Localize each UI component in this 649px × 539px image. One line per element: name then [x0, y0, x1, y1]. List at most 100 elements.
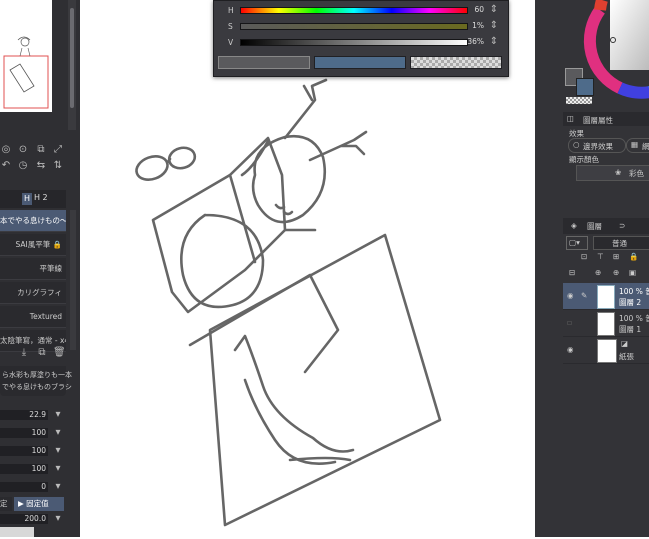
size-slider[interactable]: 22.9: [0, 410, 48, 420]
clip-icon[interactable]: ⊡: [581, 252, 587, 261]
layer-property-header: ◫ 圖層屬性: [563, 112, 649, 126]
layer-name: 圖層 1: [619, 325, 642, 334]
setting-value: 0: [41, 482, 46, 491]
hue-stepper-icon[interactable]: ⇕: [488, 4, 500, 16]
border-effect-toggle[interactable]: ○ 邊界效果: [568, 138, 626, 153]
brush-item[interactable]: 本でやる息けもの〜: [0, 210, 66, 232]
value-slider[interactable]: [240, 39, 468, 46]
new-layer-icon[interactable]: ⊕: [595, 268, 601, 277]
saturation-slider[interactable]: [240, 23, 468, 30]
brush-list-scrollbar[interactable]: [70, 210, 76, 350]
sub-color-swatch[interactable]: [314, 56, 406, 69]
new-vector-layer-icon[interactable]: ⊕: [613, 268, 619, 277]
record-icon[interactable]: ⊙: [17, 144, 29, 156]
transparent-color-box[interactable]: [566, 97, 592, 104]
fit-icon[interactable]: ⤢: [52, 144, 64, 156]
color-mode-button[interactable]: ❀ 彩色: [576, 165, 649, 181]
download-icon[interactable]: ⤓: [18, 347, 30, 359]
flip-vertical-icon[interactable]: ⇅: [52, 160, 64, 172]
tone-icon: ▦: [631, 140, 639, 149]
subtool-tab-bar: H H 2: [0, 190, 66, 208]
value-label: V: [228, 38, 234, 47]
navigator-thumbnail: [3, 36, 49, 109]
setting-dropdown-icon[interactable]: ▾: [52, 481, 64, 493]
tab-h2[interactable]: H 2: [34, 193, 48, 202]
fixed-value-button[interactable]: ▶ 固定值: [14, 497, 64, 511]
opacity-value: 100: [31, 428, 46, 437]
brush-item[interactable]: カリグラフィ: [0, 282, 66, 304]
color-mode-icon: ❀: [615, 168, 622, 177]
blend-mode-dropdown[interactable]: 普通: [593, 236, 649, 250]
drawing-canvas[interactable]: [80, 0, 535, 537]
flip-icon[interactable]: ⇆: [35, 160, 47, 172]
eye-icon[interactable]: ◉: [567, 291, 574, 300]
new-folder-icon[interactable]: ▣: [629, 268, 636, 277]
setting-dropdown-icon[interactable]: ▾: [52, 445, 64, 457]
opacity-slider[interactable]: 100: [0, 428, 48, 438]
grid-icon[interactable]: ⧉: [35, 144, 47, 156]
value-value: 36%: [467, 37, 484, 46]
setting-dropdown-icon[interactable]: ▾: [52, 513, 64, 525]
reference-icon[interactable]: ⊤: [597, 252, 604, 261]
layer-panel-header: ◈ 圖層 ⊃: [563, 218, 649, 234]
layer-search-icon[interactable]: ⊃: [619, 221, 625, 230]
lock-icon[interactable]: 🔒: [629, 252, 638, 261]
setting-value: 100: [31, 446, 46, 455]
current-color-swatch[interactable]: [218, 56, 310, 69]
lock-transparency-icon[interactable]: ⊞: [613, 252, 619, 261]
eye-hidden-icon[interactable]: ▫: [567, 318, 572, 327]
brush-description: ら水彩も厚塗りも一本 でやる息けものブラシ: [0, 366, 72, 396]
setting-value: 100: [31, 464, 46, 473]
setting-slider-6[interactable]: 200.0: [0, 514, 48, 524]
description-line: でやる息けものブラシ: [2, 383, 72, 391]
opacity-dropdown-icon[interactable]: ▾: [52, 427, 64, 439]
color-swatch-strip[interactable]: [0, 527, 34, 537]
setting-slider-3[interactable]: 100: [0, 446, 48, 456]
edit-pen-icon: ✎: [581, 291, 588, 300]
layer-type-dropdown[interactable]: ▢▾: [566, 236, 588, 250]
layer-mask-icon[interactable]: ⊟: [569, 268, 575, 277]
sub-color-box[interactable]: [576, 78, 594, 96]
brush-item[interactable]: Textured: [0, 306, 66, 328]
trash-icon[interactable]: 🗑: [53, 347, 66, 359]
tool-options-toolbar: ◎ ⊙ ⧉ ⤢ ↶ ◷ ⇆ ⇅: [0, 142, 66, 174]
tone-toggle[interactable]: ▦ 網: [626, 138, 649, 153]
eye-icon[interactable]: ◉: [567, 345, 574, 354]
tone-label: 網: [642, 142, 649, 151]
setting-dropdown-icon[interactable]: ▾: [52, 463, 64, 475]
layer-toolbar: ⊡ ⊤ ⊞ 🔒 ⊟ ⊕ ⊕ ▣: [565, 252, 649, 282]
layer-mode: 普: [645, 287, 649, 296]
layer-tab-label[interactable]: 圖層: [587, 221, 602, 232]
layer-row[interactable]: ◉ ◪ 紙張: [563, 337, 649, 364]
transparent-color-swatch[interactable]: [410, 56, 502, 69]
setting-slider-4[interactable]: 100: [0, 464, 48, 474]
setting-slider-5[interactable]: 0: [0, 482, 48, 492]
layer-opacity: 100 %: [619, 287, 643, 296]
brush-item[interactable]: SAI風平筆 🔒: [0, 234, 66, 256]
description-line: ら水彩も厚塗りも一本: [2, 371, 72, 379]
layer-mode: 普: [645, 314, 649, 323]
undo-icon[interactable]: ↶: [0, 160, 12, 172]
layer-row[interactable]: ▫ 100 % 普 圖層 1: [563, 310, 649, 337]
blend-mode-value: 普通: [612, 239, 627, 248]
hue-slider[interactable]: [240, 7, 468, 14]
copy-icon[interactable]: ⧉: [36, 347, 48, 359]
saturation-stepper-icon[interactable]: ⇕: [488, 20, 500, 32]
layer-property-title: 圖層屬性: [583, 116, 613, 125]
size-dropdown-icon[interactable]: ▾: [52, 409, 64, 421]
pin-icon[interactable]: H: [22, 193, 32, 205]
brush-item[interactable]: 平筆線: [0, 258, 66, 280]
sketch-drawing: [135, 78, 442, 527]
circle-icon[interactable]: ◎: [0, 144, 12, 156]
border-effect-label: 邊界效果: [583, 142, 613, 151]
navigator-scroll-thumb[interactable]: [70, 8, 74, 108]
navigator-preview[interactable]: [0, 0, 52, 112]
paper-icon: ◪: [621, 339, 629, 348]
clock-icon[interactable]: ◷: [17, 160, 29, 172]
color-mode-label: 彩色: [629, 169, 644, 178]
set-button[interactable]: 定: [0, 497, 12, 511]
setting-value: 200.0: [24, 514, 46, 523]
display-color-label: 顯示顏色: [569, 155, 599, 164]
layer-row[interactable]: ◉ ✎ 100 % 普 圖層 2: [563, 283, 649, 310]
value-stepper-icon[interactable]: ⇕: [488, 36, 500, 48]
